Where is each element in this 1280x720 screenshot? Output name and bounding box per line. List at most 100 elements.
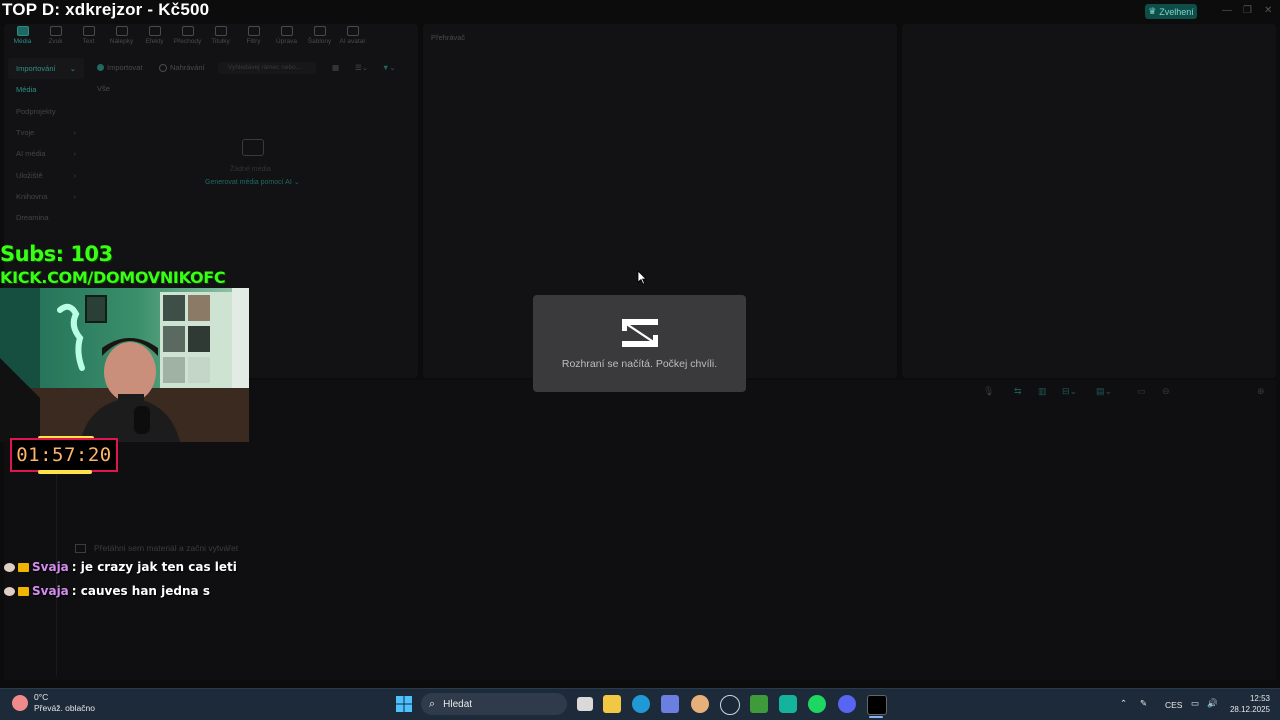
upgrade-button[interactable]: ♛ Zvelhení [1145, 4, 1197, 19]
zoom-out-icon[interactable]: ⊖ [1162, 386, 1170, 397]
filter-all-label[interactable]: Vše [97, 84, 110, 93]
tool-stickers[interactable]: Nálepky [105, 26, 138, 52]
zoom-fit-icon[interactable]: ⊕ [1257, 386, 1265, 397]
active-app-indicator [869, 716, 883, 718]
pen-icon[interactable]: ✎ [1140, 698, 1147, 709]
record-icon [159, 63, 167, 72]
empty-box-icon [242, 139, 264, 156]
snap-icon[interactable]: ▥ [1038, 386, 1047, 397]
volume-icon[interactable]: 🔊 [1207, 698, 1218, 709]
network-icon[interactable]: ▭ [1191, 698, 1199, 709]
kick-channel-url: KICK.COM/DOMOVNIKOFC [0, 268, 226, 287]
language-indicator[interactable]: CES [1165, 700, 1182, 710]
weather-widget[interactable]: 0°C Převáž. oblačno [12, 692, 95, 714]
task-view-icon[interactable] [577, 697, 593, 711]
chat-text: : je crazy jak ten cas leti [71, 560, 237, 574]
chat-username: Svaja [32, 560, 69, 574]
tool-text[interactable]: Text [72, 26, 105, 52]
sort-icon[interactable]: ☰⌄ [355, 63, 368, 72]
templates-icon [313, 26, 326, 36]
stream-top-donor-title: TOP D: xdkrejzor - Kč500 [2, 0, 210, 19]
crown-badge-icon [18, 586, 29, 596]
media-search-input[interactable]: Vyhledávej rámec nebo... [218, 62, 316, 74]
close-icon[interactable]: ✕ [1264, 5, 1272, 16]
weather-description: Převáž. oblačno [34, 703, 95, 713]
chat-message: Svaja : cauves han jedna s [4, 584, 210, 598]
media-sidebar: Importování ⌄ Média Podprojekty Tvoje › AI… [8, 58, 84, 228]
crown-badge-icon [18, 562, 29, 572]
chat-message: Svaja : je crazy jak ten cas leti [4, 560, 237, 574]
import-icon [97, 64, 104, 71]
tool-ai-avatar[interactable]: AI avatar [336, 26, 369, 52]
game-app-icon[interactable] [691, 695, 709, 713]
discord-icon[interactable] [838, 695, 856, 713]
sidebar-item-library[interactable]: Knihovna › [8, 186, 84, 207]
steam-icon[interactable] [720, 695, 740, 715]
record-button[interactable]: Nahrávání [159, 63, 205, 72]
tool-effects[interactable]: Efekty [138, 26, 171, 52]
capcut-toolbar: Média Zvuk Text Nálepky Efekty Přechody … [6, 26, 369, 52]
weather-icon [12, 695, 28, 711]
taskbar-clock[interactable]: 12:53 28.12.2025 [1228, 693, 1270, 715]
effects-icon [148, 26, 161, 36]
media-icon [16, 26, 29, 36]
edge-browser-icon[interactable] [632, 695, 650, 713]
tool-media[interactable]: Média [6, 26, 39, 52]
sticker-icon [115, 26, 128, 36]
sidebar-item-dreamina[interactable]: Dreamina [8, 207, 84, 228]
avatar-icon [346, 26, 359, 36]
mouse-cursor-icon [637, 270, 647, 285]
grid-view-icon[interactable]: ▦ [332, 63, 339, 72]
spotify-icon[interactable] [808, 695, 826, 713]
generate-ai-link[interactable]: Generovat média pomocí AI ⌄ [205, 178, 300, 186]
filter-dropdown-icon[interactable]: ▼⌄ [382, 63, 396, 72]
empty-media-label: Žádné média [230, 166, 271, 173]
crown-icon: ♛ [1148, 6, 1157, 16]
sidebar-item-import[interactable]: Importování ⌄ [8, 58, 84, 80]
stream-timer: 01:57:20 [10, 438, 118, 472]
caption-icon[interactable]: ▭ [1137, 386, 1146, 397]
sidebar-item-media[interactable]: Média [8, 79, 84, 100]
chat-text: : cauves han jedna s [71, 584, 210, 598]
restore-icon[interactable]: ❐ [1243, 5, 1252, 16]
chat-username: Svaja [32, 584, 69, 598]
file-explorer-icon[interactable] [603, 695, 621, 713]
tool-filters[interactable]: Filtry [237, 26, 270, 52]
properties-panel [902, 24, 1276, 378]
capcut-taskbar-icon[interactable] [867, 695, 887, 715]
game-launcher-icon[interactable] [750, 695, 768, 713]
store-icon[interactable] [661, 695, 679, 713]
import-button[interactable]: Importovat [97, 63, 142, 72]
player-title: Přehrávač [431, 33, 466, 42]
adjust-icon [280, 26, 293, 36]
tool-audio[interactable]: Zvuk [39, 26, 72, 52]
taskbar-search-placeholder: Hledat [443, 698, 473, 710]
minimize-icon[interactable]: — [1222, 5, 1232, 16]
webcam-feed [0, 288, 249, 442]
captions-icon [214, 26, 227, 36]
windows-start-icon[interactable] [396, 696, 412, 712]
sidebar-item-yours[interactable]: Tvoje › [8, 122, 84, 143]
chat-app-icon[interactable] [779, 695, 797, 713]
tool-templates[interactable]: Šablony [303, 26, 336, 52]
transition-icon [181, 26, 194, 36]
tray-overflow-icon[interactable]: ⌃ [1120, 698, 1127, 709]
sidebar-item-subprojects[interactable]: Podprojekty [8, 101, 84, 122]
split-icon[interactable]: ⊟⌄ [1062, 386, 1077, 397]
tool-adjust[interactable]: Úprava [270, 26, 303, 52]
microphone-icon[interactable]: 🎙 [983, 386, 994, 397]
sidebar-item-ai-media[interactable]: AI média › [8, 143, 84, 164]
taskbar-search-input[interactable]: ⌕ Hledat [421, 693, 567, 715]
film-icon [75, 543, 86, 553]
link-icon[interactable]: ⇆ [1014, 386, 1022, 397]
preview-axis-icon[interactable]: ▤⌄ [1096, 386, 1112, 397]
filter-icon [247, 26, 260, 36]
sidebar-item-storage[interactable]: Uložiště › [8, 164, 84, 185]
weather-temperature: 0°C [34, 692, 49, 702]
loading-dialog: Rozhraní se načítá. Počkej chvíli. [533, 295, 746, 392]
timeline-drop-hint: Přetáhni sem materiál a začni vytvářet [75, 543, 238, 553]
stream-timer-value: 01:57:20 [16, 444, 112, 466]
tool-captions[interactable]: Titulky [204, 26, 237, 52]
clock-date: 28.12.2025 [1229, 705, 1270, 714]
tool-transitions[interactable]: Přechody [171, 26, 204, 52]
